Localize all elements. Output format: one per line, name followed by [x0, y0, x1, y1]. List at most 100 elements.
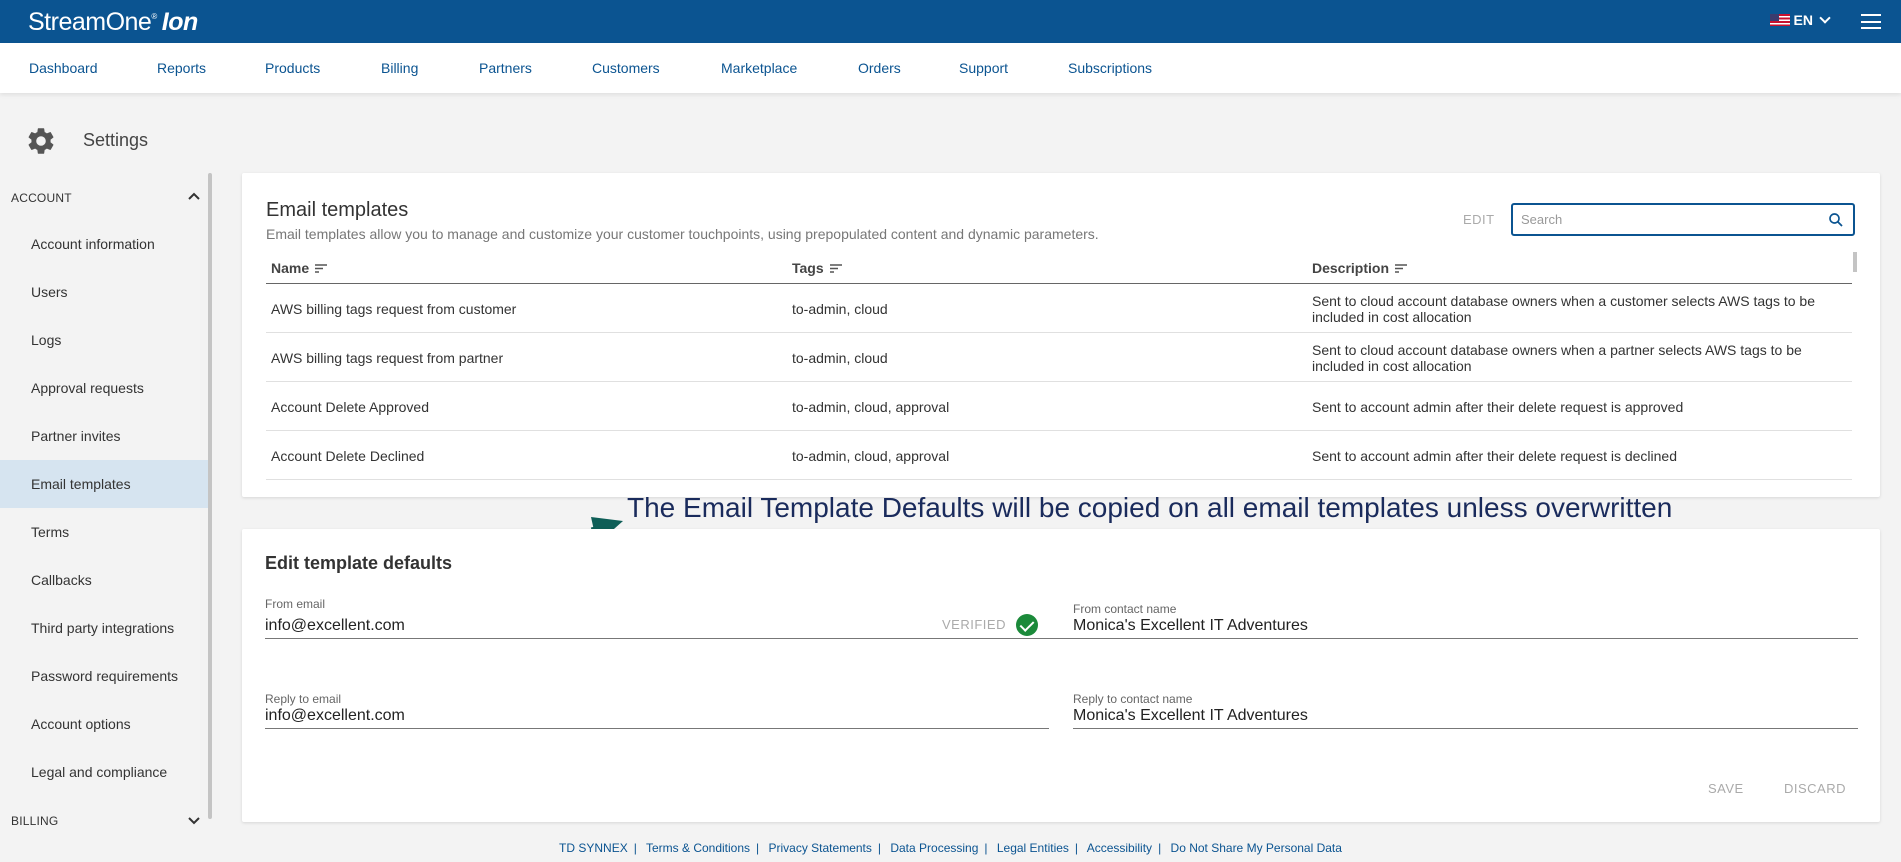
verified-check-icon — [1016, 614, 1038, 636]
reply-to-email-value: info@excellent.com — [265, 707, 405, 724]
reply-to-email-label: Reply to email — [265, 692, 342, 706]
nav-billing[interactable]: Billing — [381, 60, 418, 76]
footer-link-data-processing[interactable]: Data Processing — [890, 841, 978, 855]
cell-tags: to-admin, cloud, approval — [792, 448, 950, 464]
page-title: Settings — [83, 130, 149, 150]
reply-to-contact-name-value: Monica's Excellent IT Adventures — [1073, 707, 1308, 724]
cell-tags: to-admin, cloud, approval — [792, 399, 950, 415]
main-nav: Dashboard Reports Products Billing Partn… — [0, 43, 1901, 93]
column-header-label: Tags — [792, 260, 824, 276]
nav-reports[interactable]: Reports — [157, 60, 206, 76]
from-contact-name-label: From contact name — [1073, 602, 1177, 616]
footer-link-accessibility[interactable]: Accessibility — [1087, 841, 1152, 855]
sidebar-item-account-options[interactable]: Account options — [0, 700, 209, 748]
template-defaults-title: Edit template defaults — [265, 553, 453, 573]
cell-description: Sent to cloud account database owners wh… — [1312, 342, 1802, 374]
nav-products[interactable]: Products — [265, 60, 320, 76]
app-logo[interactable]: StreamOne® Ion — [28, 8, 198, 37]
from-contact-name-field[interactable]: From contact name Monica's Excellent IT … — [1073, 602, 1858, 639]
cell-description: Sent to cloud account database owners wh… — [1312, 293, 1815, 325]
sidebar-section-account[interactable]: ACCOUNT — [11, 191, 72, 205]
table-row[interactable]: Account Delete Approved to-admin, cloud,… — [266, 382, 1852, 431]
footer-link-legal-entities[interactable]: Legal Entities — [997, 841, 1069, 855]
column-header-label: Name — [271, 260, 310, 276]
email-templates-card: Email templates Email templates allow yo… — [242, 173, 1880, 497]
annotation-text: The Email Template Defaults will be copi… — [627, 492, 1673, 523]
sidebar-item-password-requirements[interactable]: Password requirements — [0, 652, 209, 700]
table-scrollbar[interactable] — [1853, 252, 1857, 272]
reply-to-email-field[interactable]: Reply to email info@excellent.com — [265, 692, 1049, 729]
sort-icon — [1395, 263, 1408, 273]
save-button[interactable]: SAVE — [1708, 781, 1744, 796]
from-email-label: From email — [265, 597, 326, 611]
reply-to-contact-name-label: Reply to contact name — [1073, 692, 1193, 706]
search-icon[interactable] — [1827, 211, 1845, 229]
sidebar-item-email-templates[interactable]: Email templates — [0, 460, 209, 508]
footer-link-do-not-share[interactable]: Do Not Share My Personal Data — [1171, 841, 1342, 855]
table-row[interactable]: AWS billing tags request from customer t… — [266, 284, 1852, 333]
footer-link-td-synnex[interactable]: TD SYNNEX — [559, 841, 628, 855]
cell-name: Account Delete Approved — [271, 399, 429, 415]
sidebar-section-billing[interactable]: BILLING — [11, 814, 58, 828]
sidebar-item-callbacks[interactable]: Callbacks — [0, 556, 209, 604]
sort-icon — [829, 263, 842, 273]
nav-partners[interactable]: Partners — [479, 60, 532, 76]
sidebar-scrollbar[interactable] — [208, 173, 212, 819]
column-header-tags[interactable]: Tags — [792, 260, 842, 276]
cell-name: AWS billing tags request from customer — [271, 301, 517, 317]
reply-to-contact-name-field[interactable]: Reply to contact name Monica's Excellent… — [1073, 692, 1858, 729]
footer-links: TD SYNNEX | Terms & Conditions | Privacy S… — [559, 841, 1342, 855]
field-underline — [1073, 728, 1858, 729]
sidebar-item-terms[interactable]: Terms — [0, 508, 209, 556]
nav-customers[interactable]: Customers — [592, 60, 660, 76]
nav-orders[interactable]: Orders — [858, 60, 901, 76]
language-selector[interactable]: EN — [1769, 12, 1831, 28]
chevron-down-icon — [1819, 12, 1831, 24]
cell-tags: to-admin, cloud — [792, 350, 888, 366]
from-contact-name-value: Monica's Excellent IT Adventures — [1073, 617, 1308, 634]
email-templates-subtitle: Email templates allow you to manage and … — [266, 226, 1099, 242]
nav-marketplace[interactable]: Marketplace — [721, 60, 797, 76]
verified-label: VERIFIED — [942, 617, 1006, 632]
column-header-name[interactable]: Name — [271, 260, 328, 276]
hamburger-menu-icon[interactable] — [1861, 14, 1881, 29]
sidebar-item-logs[interactable]: Logs — [0, 316, 209, 364]
nav-dashboard[interactable]: Dashboard — [29, 60, 98, 76]
nav-subscriptions[interactable]: Subscriptions — [1068, 60, 1152, 76]
sidebar-item-third-party-integrations[interactable]: Third party integrations — [0, 604, 209, 652]
template-defaults-card: Edit template defaults From email info@e… — [242, 529, 1880, 822]
field-underline — [265, 728, 1049, 729]
chevron-down-icon[interactable] — [188, 814, 200, 826]
sidebar-item-users[interactable]: Users — [0, 268, 209, 316]
sidebar-item-partner-invites[interactable]: Partner invites — [0, 412, 209, 460]
field-underline — [1073, 638, 1858, 639]
table-row[interactable]: AWS billing tags request from partner to… — [266, 333, 1852, 382]
sidebar: ACCOUNT Account information Users Logs A… — [0, 174, 210, 862]
footer-link-privacy[interactable]: Privacy Statements — [769, 841, 872, 855]
footer-link-terms[interactable]: Terms & Conditions — [646, 841, 750, 855]
cell-name: AWS billing tags request from partner — [271, 350, 504, 366]
search-input[interactable] — [1513, 205, 1803, 234]
cell-name: Account Delete Declined — [271, 448, 425, 464]
nav-support[interactable]: Support — [959, 60, 1008, 76]
search-box — [1511, 203, 1855, 236]
top-bar: StreamOne® Ion EN — [0, 0, 1901, 43]
cell-tags: to-admin, cloud — [792, 301, 888, 317]
column-header-label: Description — [1312, 260, 1390, 276]
email-templates-title: Email templates — [266, 199, 409, 221]
from-email-value: info@excellent.com — [265, 617, 405, 634]
chevron-up-icon[interactable] — [188, 191, 200, 203]
sidebar-item-approval-requests[interactable]: Approval requests — [0, 364, 209, 412]
cell-description: Sent to account admin after their delete… — [1312, 399, 1684, 415]
table-row[interactable]: Account Delete Declined to-admin, cloud,… — [266, 431, 1852, 480]
column-header-description[interactable]: Description — [1312, 260, 1408, 276]
gear-icon — [28, 128, 54, 154]
sort-icon — [315, 263, 328, 273]
discard-button[interactable]: DISCARD — [1784, 781, 1846, 796]
sidebar-item-account-information[interactable]: Account information — [0, 220, 209, 268]
edit-button[interactable]: EDIT — [1463, 212, 1495, 227]
sidebar-item-legal-and-compliance[interactable]: Legal and compliance — [0, 748, 209, 796]
language-label: EN — [1793, 12, 1813, 28]
us-flag-icon — [1769, 14, 1790, 26]
cell-description: Sent to account admin after their delete… — [1312, 448, 1677, 464]
